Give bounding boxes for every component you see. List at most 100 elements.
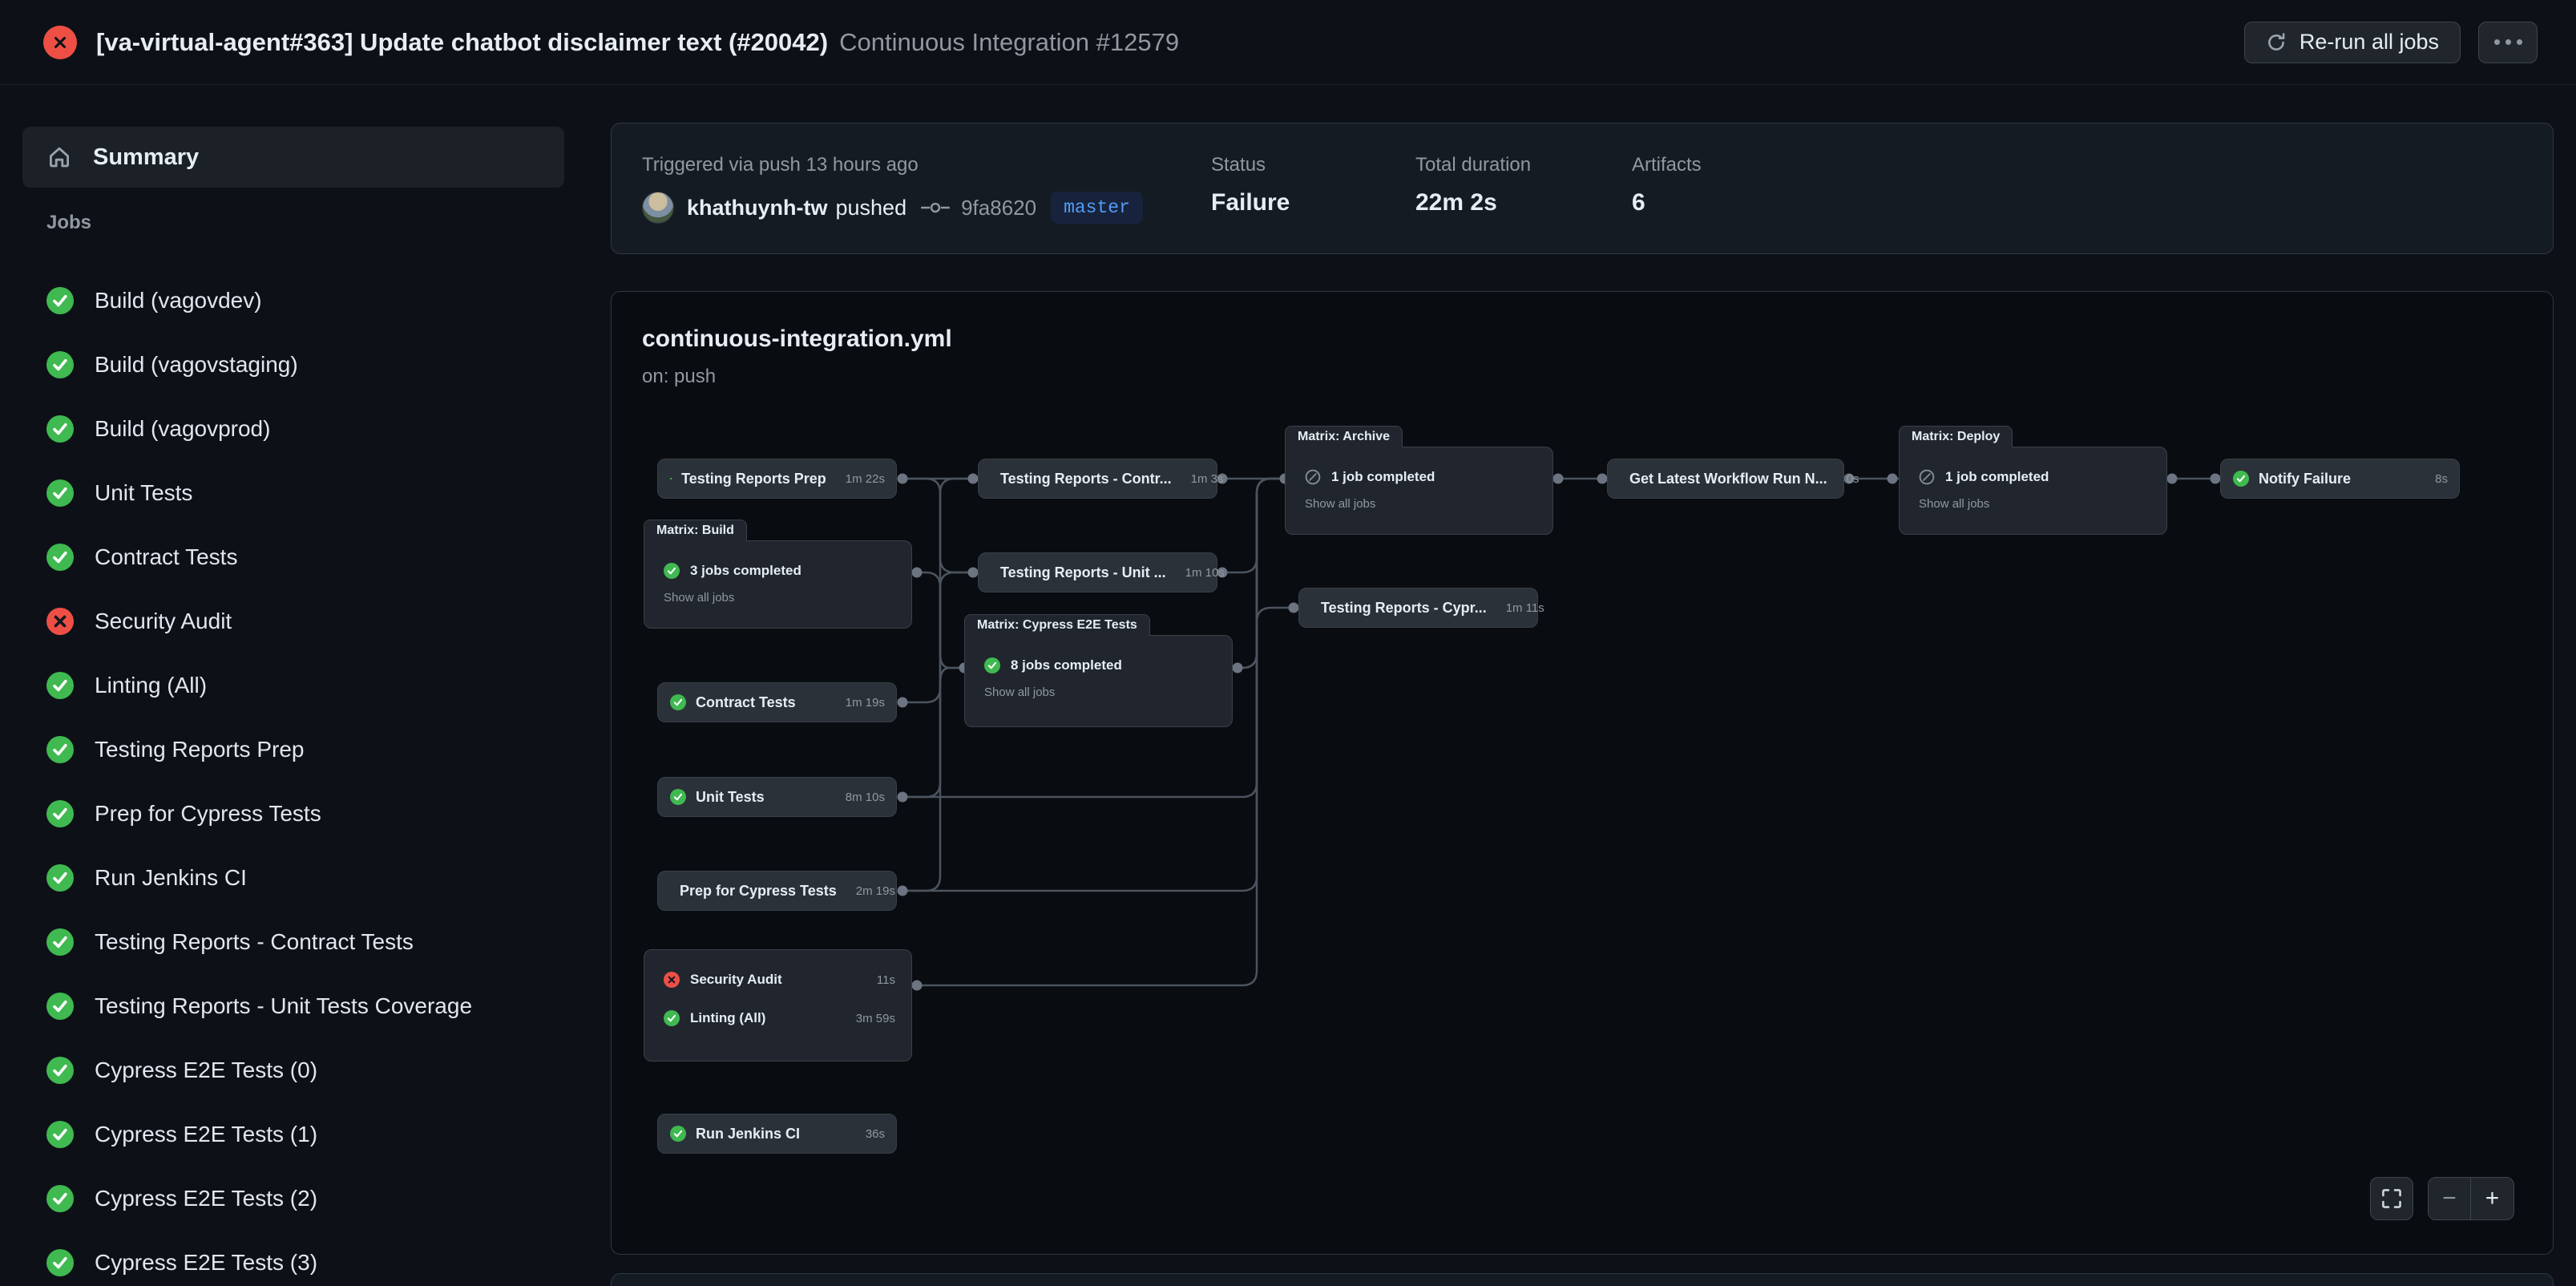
group-job-row[interactable]: 3 jobs completed: [664, 560, 895, 581]
group-job-row[interactable]: 1 job completed: [1919, 467, 2150, 487]
kebab-icon: [2494, 39, 2500, 45]
group-job-label: 3 jobs completed: [690, 563, 801, 579]
workflow-node-unit-tests[interactable]: Unit Tests8m 10s: [657, 777, 897, 817]
workflow-node-run-jenkins-ci[interactable]: Run Jenkins CI36s: [657, 1114, 897, 1154]
zoom-in-button[interactable]: +: [2471, 1178, 2513, 1219]
check-circle-icon: [46, 1249, 74, 1276]
commit-sha[interactable]: 9fa8620: [961, 196, 1036, 220]
commit-icon: [921, 199, 950, 216]
sidebar-job-item[interactable]: Prep for Cypress Tests: [22, 782, 564, 846]
dependency-edge: [1222, 479, 1285, 572]
workflow-node-testing-reports-prep[interactable]: Testing Reports Prep1m 22s: [657, 459, 897, 499]
sidebar-job-item[interactable]: Linting (All): [22, 653, 564, 718]
group-job-row[interactable]: Linting (All)3m 59s: [664, 1008, 895, 1029]
sidebar-job-item[interactable]: Contract Tests: [22, 525, 564, 589]
branch-badge[interactable]: master: [1051, 192, 1143, 224]
group-job-label: 1 job completed: [1945, 469, 2049, 485]
edge-port-dot: [1289, 603, 1299, 613]
group-job-row[interactable]: Security Audit11s: [664, 969, 895, 990]
push-action-label: pushed: [836, 196, 907, 220]
workflow-group-matrix-cypress[interactable]: 8 jobs completed Show all jobs: [964, 635, 1233, 727]
actor-login[interactable]: khathuynh-tw: [687, 196, 828, 220]
sidebar-job-item[interactable]: Run Jenkins CI: [22, 846, 564, 910]
fit-to-screen-button[interactable]: [2370, 1177, 2413, 1220]
run-subtitle: Continuous Integration #12579: [839, 28, 1179, 57]
rerun-all-jobs-button[interactable]: Re-run all jobs: [2244, 22, 2461, 63]
workflow-node-contract-tests[interactable]: Contract Tests1m 19s: [657, 682, 897, 722]
group-job-label: 1 job completed: [1331, 469, 1435, 485]
workflow-group-matrix-build[interactable]: 3 jobs completed Show all jobs: [644, 540, 912, 629]
show-all-jobs-link[interactable]: Show all jobs: [1305, 497, 1536, 511]
node-duration: 1m 22s: [836, 472, 885, 486]
x-circle-icon: [46, 608, 74, 635]
sidebar-job-item[interactable]: Build (vagovprod): [22, 397, 564, 461]
sidebar-job-item[interactable]: Cypress E2E Tests (1): [22, 1102, 564, 1167]
workflow-group-matrix-deploy[interactable]: 1 job completed Show all jobs: [1899, 447, 2167, 535]
sidebar-job-item[interactable]: Cypress E2E Tests (0): [22, 1038, 564, 1102]
sidebar-job-item[interactable]: Cypress E2E Tests (2): [22, 1167, 564, 1231]
sidebar-job-item[interactable]: Build (vagovstaging): [22, 333, 564, 397]
skipped-icon: [1305, 469, 1321, 485]
group-job-row[interactable]: 1 job completed: [1305, 467, 1536, 487]
sidebar-job-label: Testing Reports Prep: [95, 737, 304, 762]
sidebar-job-item[interactable]: Cypress E2E Tests (3): [22, 1231, 564, 1286]
graph-controls: − +: [2370, 1177, 2514, 1220]
check-circle-icon: [46, 1057, 74, 1084]
workflow-node-tr-unit[interactable]: Testing Reports - Unit ...1m 10s: [978, 552, 1217, 592]
check-circle-icon: [2233, 471, 2249, 487]
sidebar-job-item[interactable]: Testing Reports - Contract Tests: [22, 910, 564, 974]
rerun-all-jobs-label: Re-run all jobs: [2299, 30, 2439, 55]
sync-icon: [2266, 32, 2287, 53]
workflow-node-tr-contract[interactable]: Testing Reports - Contr...1m 3s: [978, 459, 1217, 499]
duration-value: 22m 2s: [1415, 189, 1497, 216]
workflow-node-notify-failure[interactable]: Notify Failure8s: [2220, 459, 2460, 499]
node-label: Notify Failure: [2259, 471, 2351, 487]
node-duration: 8m 10s: [836, 791, 885, 804]
sidebar-item-summary[interactable]: Summary: [22, 127, 564, 188]
matrix-group-tab: Matrix: Archive: [1285, 426, 1403, 447]
edge-port-dot: [898, 474, 908, 484]
group-job-row[interactable]: 8 jobs completed: [984, 655, 1216, 676]
zoom-out-button[interactable]: −: [2429, 1178, 2471, 1219]
check-circle-icon: [46, 864, 74, 892]
sidebar-job-item[interactable]: Security Audit: [22, 589, 564, 653]
check-circle-icon: [46, 351, 74, 378]
run-title: [va-virtual-agent#363] Update chatbot di…: [96, 28, 828, 57]
pushed-row: khathuynh-tw pushed 9fa8620 master: [642, 189, 1143, 226]
node-duration: 1m 10s: [1176, 566, 1225, 580]
workflow-node-prep-for-cypress[interactable]: Prep for Cypress Tests2m 19s: [657, 871, 897, 911]
sidebar-job-item[interactable]: Build (vagovdev): [22, 269, 564, 333]
duration-label: Total duration: [1415, 154, 1531, 176]
edge-port-dot: [1553, 474, 1564, 484]
workflow-node-get-latest-run[interactable]: Get Latest Workflow Run N...0s: [1607, 459, 1844, 499]
node-label: Run Jenkins CI: [696, 1126, 800, 1142]
sidebar-job-item[interactable]: Testing Reports Prep: [22, 718, 564, 782]
triggered-label: Triggered via push 13 hours ago: [642, 154, 919, 176]
avatar[interactable]: [642, 192, 674, 224]
matrix-group-label: Matrix: Archive: [1298, 430, 1390, 444]
check-circle-icon: [46, 993, 74, 1020]
show-all-jobs-link[interactable]: Show all jobs: [1919, 497, 2150, 511]
sidebar-job-label: Testing Reports - Unit Tests Coverage: [95, 993, 472, 1019]
show-all-jobs-link[interactable]: Show all jobs: [664, 591, 895, 605]
sidebar-job-label: Cypress E2E Tests (3): [95, 1250, 317, 1276]
node-label: Testing Reports - Unit ...: [1000, 564, 1166, 581]
sidebar-job-item[interactable]: Testing Reports - Unit Tests Coverage: [22, 974, 564, 1038]
check-circle-icon: [46, 544, 74, 571]
x-glyph: [51, 34, 69, 51]
matrix-group-label: Matrix: Cypress E2E Tests: [977, 618, 1137, 633]
show-all-jobs-link[interactable]: Show all jobs: [984, 685, 1216, 699]
sidebar-job-label: Cypress E2E Tests (1): [95, 1122, 317, 1147]
edge-port-dot: [912, 568, 923, 578]
workflow-group-security-linting[interactable]: Security Audit11s Linting (All)3m 59s: [644, 949, 912, 1062]
sidebar-job-label: Cypress E2E Tests (2): [95, 1186, 317, 1211]
run-options-button[interactable]: [2478, 22, 2538, 63]
sidebar-job-item[interactable]: Unit Tests: [22, 461, 564, 525]
check-circle-icon: [664, 563, 680, 579]
workflow-group-matrix-archive[interactable]: 1 job completed Show all jobs: [1285, 447, 1553, 535]
sidebar-job-label: Unit Tests: [95, 480, 192, 506]
matrix-group-tab: Matrix: Cypress E2E Tests: [964, 614, 1150, 636]
workflow-node-tr-cypress[interactable]: Testing Reports - Cypr...1m 11s: [1298, 588, 1538, 628]
check-circle-icon: [46, 800, 74, 827]
matrix-group-label: Matrix: Build: [656, 524, 734, 538]
